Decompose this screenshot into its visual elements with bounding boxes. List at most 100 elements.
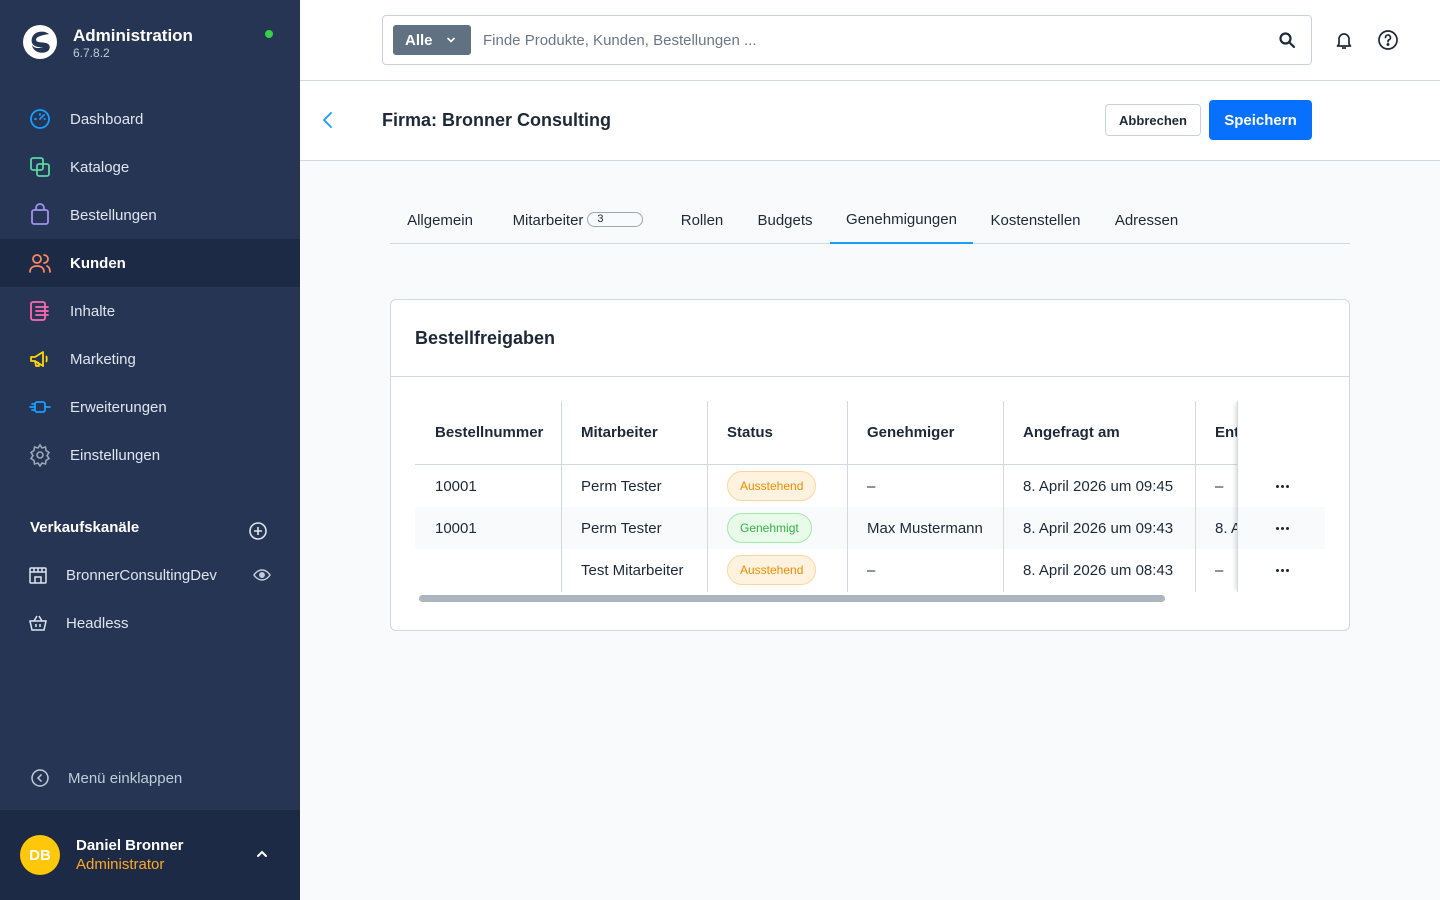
global-search: Alle xyxy=(382,15,1312,65)
user-menu[interactable]: DB Daniel Bronner Administrator xyxy=(0,810,300,900)
horizontal-scrollbar[interactable] xyxy=(415,592,1325,604)
sidebar-item-content[interactable]: Inhalte xyxy=(0,287,300,335)
tab-approvals[interactable]: Genehmigungen xyxy=(830,196,973,244)
tab-label: Mitarbeiter xyxy=(512,211,584,229)
tab-label: Budgets xyxy=(757,211,813,229)
sidebar-item-label: Einstellungen xyxy=(70,446,161,464)
order-number-cell: 10001 xyxy=(435,477,477,495)
row-actions-button[interactable] xyxy=(1238,549,1325,591)
table-row[interactable]: 10001 Perm Tester Ausstehend – 8. April … xyxy=(415,465,1325,507)
cancel-button[interactable]: Abbrechen xyxy=(1105,104,1201,136)
requested-at-cell: 8. April 2026 um 09:45 xyxy=(1023,477,1174,495)
sidebar-item-orders[interactable]: Bestellungen xyxy=(0,191,300,239)
sidebar-item-catalogs[interactable]: Kataloge xyxy=(0,143,300,191)
sidebar-item-marketing[interactable]: Marketing xyxy=(0,335,300,383)
tab-budgets[interactable]: Budgets xyxy=(745,196,825,244)
table-header-row: Bestellnummer Mitarbeiter Status Genehmi… xyxy=(415,401,1325,465)
row-actions-button[interactable] xyxy=(1238,465,1325,507)
collapse-menu-label: Menü einklappen xyxy=(68,769,183,787)
employee-cell: Perm Tester xyxy=(581,519,662,537)
search-type-label: Alle xyxy=(405,31,433,49)
order-number-cell xyxy=(415,549,561,591)
requested-at-cell: 8. April 2026 um 08:43 xyxy=(1023,561,1174,579)
column-divider xyxy=(1003,401,1004,592)
requested-at-cell: 8. April 2026 um 09:43 xyxy=(1023,519,1174,537)
app-title: Administration xyxy=(73,26,193,45)
sidebar-item-label: Erweiterungen xyxy=(70,398,167,416)
add-sales-channel-icon[interactable] xyxy=(248,521,268,541)
user-name: Daniel Bronner xyxy=(76,837,184,854)
approver-cell: – xyxy=(867,477,876,495)
sidebar-item-customers[interactable]: Kunden xyxy=(0,239,300,287)
table-row[interactable]: Test Mitarbeiter Ausstehend – 8. April 2… xyxy=(415,549,1325,591)
tab-bar: Allgemein Mitarbeiter 3 Rollen Budgets G… xyxy=(390,196,1350,244)
column-header[interactable]: Genehmiger xyxy=(847,401,1003,464)
tab-label: Allgemein xyxy=(407,211,473,229)
shopware-logo-icon[interactable] xyxy=(22,24,58,60)
shopping-bag-icon xyxy=(31,203,49,225)
sidebar-item-label: Kataloge xyxy=(70,158,130,176)
status-cell: Ausstehend xyxy=(707,465,847,507)
row-actions-column xyxy=(1237,401,1325,592)
tab-label: Adressen xyxy=(1114,211,1179,229)
save-button[interactable]: Speichern xyxy=(1209,100,1312,140)
sidebar-item-extensions[interactable]: Erweiterungen xyxy=(0,383,300,431)
column-header[interactable]: Bestellnummer xyxy=(415,401,561,464)
sales-channel-item[interactable]: Headless xyxy=(0,603,300,643)
sidebar-item-label: Kunden xyxy=(70,254,126,272)
sidebar-item-label: Inhalte xyxy=(70,302,116,320)
row-actions-button[interactable] xyxy=(1238,507,1325,549)
sidebar-item-settings[interactable]: Einstellungen xyxy=(0,431,300,479)
status-badge: Ausstehend xyxy=(727,555,817,585)
chevron-up-icon[interactable] xyxy=(254,846,270,862)
column-header[interactable]: Angefragt am xyxy=(1003,401,1195,464)
column-divider xyxy=(561,401,562,592)
more-options-icon xyxy=(1275,484,1289,488)
card-title: Bestellfreigaben xyxy=(415,328,556,348)
status-cell: Ausstehend xyxy=(707,549,847,591)
tab-addresses[interactable]: Adressen xyxy=(1102,196,1191,244)
tab-label: Rollen xyxy=(680,211,724,229)
page-title: Firma: Bronner Consulting xyxy=(382,110,611,130)
order-number-cell: 10001 xyxy=(435,519,477,537)
tab-roles[interactable]: Rollen xyxy=(665,196,739,244)
column-header[interactable]: Mitarbeiter xyxy=(561,401,707,464)
more-options-icon xyxy=(1275,568,1289,572)
approvals-table: Bestellnummer Mitarbeiter Status Genehmi… xyxy=(415,401,1325,592)
tab-general[interactable]: Allgemein xyxy=(390,196,490,244)
column-header[interactable]: Status xyxy=(707,401,847,464)
sidebar-item-label: Marketing xyxy=(70,350,136,368)
content-icon xyxy=(30,301,49,321)
chevron-left-circle-icon xyxy=(31,769,49,787)
sales-channel-label: BronnerConsultingDev xyxy=(66,566,217,584)
users-icon xyxy=(29,254,51,273)
chevron-down-icon xyxy=(447,37,455,43)
status-badge: Genehmigt xyxy=(727,513,812,543)
employee-cell: Test Mitarbeiter xyxy=(581,561,684,579)
sales-channel-item[interactable]: BronnerConsultingDev xyxy=(0,555,300,595)
divider xyxy=(391,376,1349,377)
basket-icon xyxy=(29,615,47,631)
search-icon[interactable] xyxy=(1278,31,1296,49)
help-icon[interactable] xyxy=(1377,29,1399,51)
sidebar-item-dashboard[interactable]: Dashboard xyxy=(0,95,300,143)
app-version: 6.7.8.2 xyxy=(73,46,110,60)
scrollbar-thumb[interactable] xyxy=(419,595,1165,602)
sales-channel-label: Headless xyxy=(66,614,129,632)
bell-icon[interactable] xyxy=(1334,30,1354,50)
search-input[interactable] xyxy=(483,26,1243,54)
tab-label: Genehmigungen xyxy=(846,210,957,228)
table-row[interactable]: 10001 Perm Tester Genehmigt Max Musterma… xyxy=(415,507,1325,549)
collapse-menu-button[interactable]: Menü einklappen xyxy=(0,758,300,798)
search-type-select[interactable]: Alle xyxy=(393,25,471,55)
tab-employees[interactable]: Mitarbeiter 3 xyxy=(498,196,658,244)
tab-cost-centers[interactable]: Kostenstellen xyxy=(978,196,1093,244)
page-header: Firma: Bronner Consulting Abbrechen Spei… xyxy=(300,81,1440,161)
catalog-icon xyxy=(30,157,50,177)
column-divider xyxy=(1195,401,1196,592)
avatar: DB xyxy=(20,835,60,875)
column-divider xyxy=(707,401,708,592)
back-arrow-icon[interactable] xyxy=(320,111,336,129)
eye-icon[interactable] xyxy=(252,565,272,585)
sales-channels-heading: Verkaufskanäle xyxy=(30,519,140,536)
